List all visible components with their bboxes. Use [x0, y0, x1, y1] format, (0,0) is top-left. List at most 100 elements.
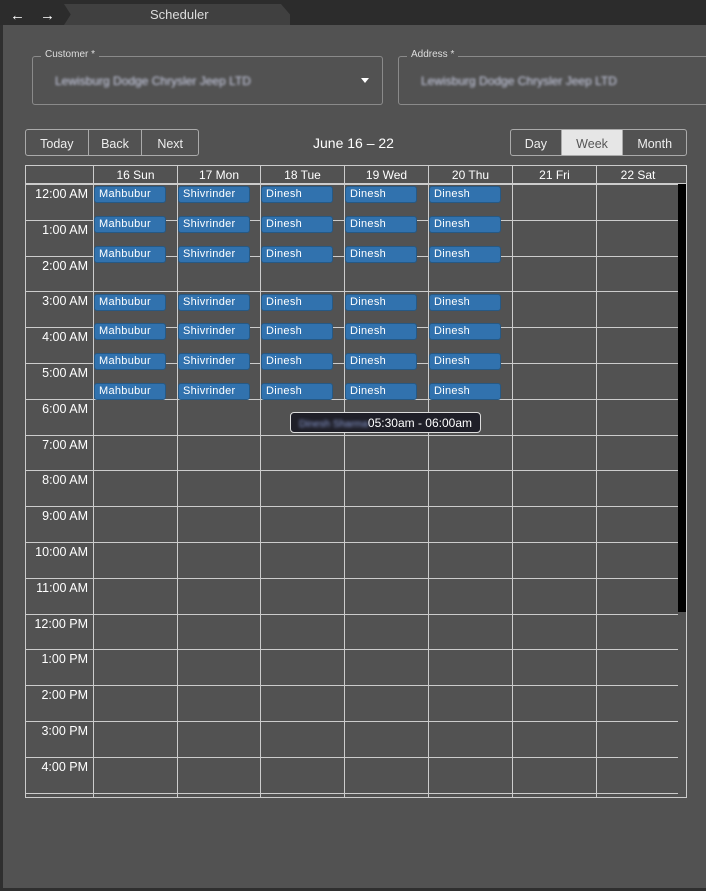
today-button[interactable]: Today [26, 130, 89, 155]
date-range: June 16 – 22 [313, 135, 394, 151]
event[interactable]: Shivrinder [178, 246, 250, 263]
time-label: 2:00 PM [41, 688, 88, 702]
time-label: 5:00 PM [26, 796, 88, 797]
address-value: Lewisburg Dodge Chrysler Jeep LTD [421, 74, 617, 88]
event[interactable]: Dinesh [345, 186, 417, 203]
day-header[interactable]: 17 Mon [177, 166, 260, 183]
next-button[interactable]: Next [142, 130, 198, 155]
time-label: 3:00 AM [42, 294, 88, 308]
time-label: 2:00 AM [42, 259, 88, 273]
header-divider [26, 183, 686, 185]
hour-divider [26, 757, 678, 758]
event[interactable]: Mahbubur [94, 353, 166, 370]
event[interactable]: Dinesh [429, 246, 501, 263]
event[interactable]: Mahbubur [94, 294, 166, 311]
day-header[interactable]: 20 Thu [428, 166, 512, 183]
column-divider [596, 166, 597, 797]
time-label: 12:00 PM [34, 617, 88, 631]
event[interactable]: Dinesh [345, 294, 417, 311]
hour-divider [26, 470, 678, 471]
time-label: 5:00 AM [42, 366, 88, 380]
event[interactable]: Dinesh [429, 216, 501, 233]
column-divider [512, 166, 513, 797]
time-label: 7:00 AM [42, 438, 88, 452]
time-label: 1:00 PM [41, 652, 88, 666]
hour-divider [26, 291, 678, 292]
hour-divider [26, 793, 678, 794]
event[interactable]: Mahbubur [94, 323, 166, 340]
event[interactable]: Dinesh [345, 353, 417, 370]
title-bar: ← → Scheduler [0, 0, 706, 25]
event[interactable]: Dinesh [429, 186, 501, 203]
time-label: 10:00 AM [35, 545, 88, 559]
hour-divider [26, 721, 678, 722]
event[interactable]: Dinesh [429, 294, 501, 311]
time-label: 8:00 AM [42, 473, 88, 487]
tooltip-name: Dinesh Sharma [299, 419, 368, 430]
event[interactable]: Dinesh [429, 353, 501, 370]
event[interactable]: Dinesh [261, 323, 333, 340]
event[interactable]: Dinesh [345, 246, 417, 263]
hour-divider [26, 685, 678, 686]
time-label: 11:00 AM [36, 581, 88, 595]
arrow-right-icon[interactable]: → [40, 7, 55, 24]
event[interactable]: Dinesh [345, 383, 417, 400]
customer-label: Customer * [41, 49, 100, 60]
arrow-left-icon[interactable]: ← [10, 7, 25, 24]
event[interactable]: Dinesh [429, 323, 501, 340]
event[interactable]: Shivrinder [178, 216, 250, 233]
time-label: 4:00 PM [41, 760, 88, 774]
customer-select[interactable]: Customer * Lewisburg Dodge Chrysler Jeep… [32, 49, 383, 105]
event[interactable]: Dinesh [345, 323, 417, 340]
scrollbar[interactable] [678, 184, 686, 612]
hour-divider [26, 578, 678, 579]
nav-buttons: Today Back Next [25, 129, 199, 156]
event[interactable]: Shivrinder [178, 294, 250, 311]
day-header[interactable]: 21 Fri [512, 166, 596, 183]
tab-scheduler[interactable]: Scheduler [64, 4, 290, 25]
time-label: 1:00 AM [42, 223, 88, 237]
event[interactable]: Shivrinder [178, 323, 250, 340]
dropdown-caret-icon[interactable] [361, 78, 369, 83]
event[interactable]: Dinesh [261, 353, 333, 370]
day-header[interactable]: 22 Sat [596, 166, 679, 183]
address-field[interactable]: Address * Lewisburg Dodge Chrysler Jeep … [398, 49, 706, 105]
day-header[interactable]: 18 Tue [260, 166, 344, 183]
hour-divider [26, 614, 678, 615]
hour-divider [26, 542, 678, 543]
event[interactable]: Dinesh [345, 216, 417, 233]
event[interactable]: Shivrinder [178, 383, 250, 400]
view-week-button[interactable]: Week [561, 130, 624, 155]
view-buttons: Day Week Month [510, 129, 687, 156]
event[interactable]: Mahbubur [94, 383, 166, 400]
address-label: Address * [407, 49, 459, 60]
hour-divider [26, 435, 678, 436]
hour-divider [26, 649, 678, 650]
event[interactable]: Mahbubur [94, 216, 166, 233]
event[interactable]: Dinesh [261, 216, 333, 233]
event[interactable]: Dinesh [261, 246, 333, 263]
event[interactable]: Mahbubur [94, 246, 166, 263]
day-header[interactable]: 19 Wed [344, 166, 428, 183]
event[interactable]: Dinesh [261, 294, 333, 311]
time-label: 6:00 AM [42, 402, 88, 416]
event[interactable]: Dinesh [261, 383, 333, 400]
week-calendar: 16 Sun 17 Mon 18 Tue 19 Wed 20 Thu 21 Fri 22 S… [25, 165, 687, 798]
view-month-button[interactable]: Month [623, 130, 686, 155]
event[interactable]: Shivrinder [178, 353, 250, 370]
event-tooltip: Dinesh Sharma05:30am - 06:00am [290, 412, 481, 433]
hour-divider [26, 506, 678, 507]
event[interactable]: Mahbubur [94, 186, 166, 203]
event[interactable]: Dinesh [429, 383, 501, 400]
customer-value: Lewisburg Dodge Chrysler Jeep LTD [55, 74, 251, 88]
time-label: 12:00 AM [35, 187, 88, 201]
time-label: 9:00 AM [42, 509, 88, 523]
event[interactable]: Dinesh [261, 186, 333, 203]
time-label: 4:00 AM [42, 330, 88, 344]
tooltip-time: 05:30am - 06:00am [367, 416, 472, 430]
event[interactable]: Shivrinder [178, 186, 250, 203]
day-header[interactable]: 16 Sun [93, 166, 177, 183]
back-button[interactable]: Back [89, 130, 143, 155]
time-label: 3:00 PM [41, 724, 88, 738]
view-day-button[interactable]: Day [511, 130, 562, 155]
